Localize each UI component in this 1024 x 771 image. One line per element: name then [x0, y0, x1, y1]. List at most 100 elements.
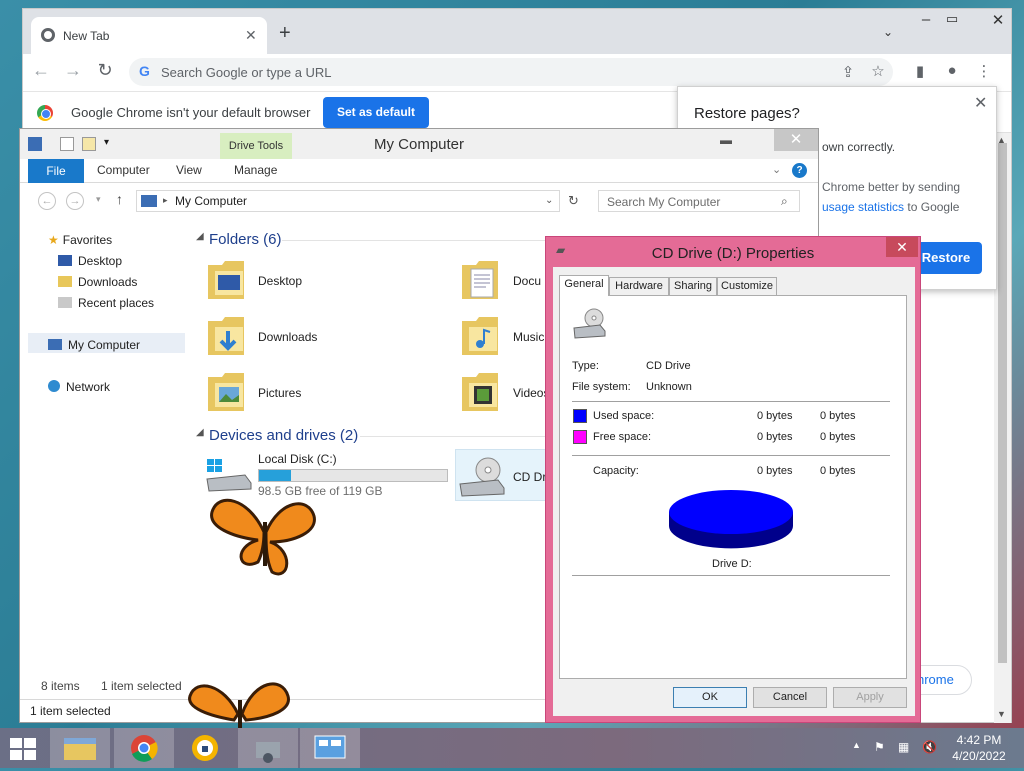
- scrollbar-thumb[interactable]: [998, 143, 1007, 663]
- forward-icon[interactable]: →: [66, 192, 84, 210]
- free-space-size: 0 bytes: [820, 431, 856, 443]
- divider: [572, 401, 890, 402]
- collapse-group-icon[interactable]: ◢: [196, 231, 204, 242]
- infobar-message: Google Chrome isn't your default browser: [71, 105, 311, 120]
- status-item-count: 8 items: [41, 679, 80, 693]
- taskbar-drive-app[interactable]: [238, 728, 298, 768]
- ok-button[interactable]: OK: [673, 687, 747, 708]
- folder-label-documents[interactable]: Docu: [513, 274, 541, 288]
- sidebar-item-my-computer[interactable]: My Computer: [48, 338, 140, 352]
- bookmark-star-icon[interactable]: ☆: [867, 62, 889, 80]
- collapse-group-icon[interactable]: ◢: [196, 427, 204, 438]
- tab-general[interactable]: General: [559, 275, 609, 296]
- new-tab-button[interactable]: +: [279, 23, 291, 43]
- address-dropdown-icon[interactable]: ⌄: [545, 195, 553, 206]
- properties-close-button[interactable]: ✕: [886, 237, 918, 257]
- folders-group-header[interactable]: Folders (6): [209, 231, 282, 248]
- restore-body-line1: Chrome better by sending: [822, 180, 961, 194]
- omnibox[interactable]: G Search Google or type a URL ⇪ ☆: [129, 58, 893, 86]
- set-as-default-button[interactable]: Set as default: [323, 97, 429, 128]
- divider: [572, 455, 890, 456]
- folder-label-music[interactable]: Music: [513, 330, 544, 344]
- sidebar-item-desktop[interactable]: Desktop: [58, 254, 122, 268]
- explorer-close-button[interactable]: ✕: [774, 129, 818, 151]
- apply-button[interactable]: Apply: [833, 687, 907, 708]
- local-disk-usage-fill: [259, 470, 291, 481]
- restore-text: own correctly.: [822, 140, 896, 154]
- help-icon[interactable]: ?: [792, 163, 807, 178]
- windows-logo-icon: [24, 738, 36, 748]
- taskbar-clock[interactable]: 4:42 PM 4/20/2022: [944, 732, 1014, 764]
- back-icon[interactable]: ←: [38, 192, 56, 210]
- tab-computer[interactable]: Computer: [97, 163, 150, 177]
- folder-label-desktop[interactable]: Desktop: [258, 274, 302, 288]
- documents-folder-icon[interactable]: [460, 257, 502, 301]
- back-icon[interactable]: ←: [29, 60, 53, 81]
- tab-file[interactable]: File: [28, 159, 84, 183]
- devices-group-header[interactable]: Devices and drives (2): [209, 427, 358, 444]
- taskbar-security-app[interactable]: [178, 728, 238, 768]
- local-disk-icon[interactable]: [205, 455, 253, 495]
- minimize-icon[interactable]: ▬: [720, 133, 732, 147]
- file-system-label: File system:: [572, 381, 631, 393]
- taskbar-file-explorer[interactable]: [50, 728, 110, 768]
- folder-label-pictures[interactable]: Pictures: [258, 386, 301, 400]
- tab-search-chevron-icon[interactable]: ⌄: [873, 25, 903, 39]
- share-icon[interactable]: ⇪: [837, 63, 859, 81]
- videos-folder-icon[interactable]: [460, 369, 502, 413]
- desktop-folder-icon[interactable]: [206, 257, 248, 301]
- computer-icon: [141, 195, 157, 207]
- close-window-icon[interactable]: ✕: [983, 11, 1013, 29]
- sidebar-item-recent-places[interactable]: Recent places: [58, 296, 154, 310]
- downloads-folder-icon: [58, 276, 72, 287]
- recent-locations-icon[interactable]: ▾: [96, 194, 101, 205]
- maximize-icon[interactable]: ▭: [937, 11, 967, 27]
- search-icon[interactable]: ⌕: [781, 194, 788, 209]
- taskbar-chrome[interactable]: [114, 728, 174, 768]
- tray-overflow-icon[interactable]: ▲: [852, 740, 861, 750]
- folder-label-downloads[interactable]: Downloads: [258, 330, 317, 344]
- taskbar-control-panel[interactable]: [300, 728, 360, 768]
- cd-drive-label: CD Dri: [513, 470, 549, 484]
- restore-close-icon[interactable]: ✕: [974, 93, 987, 113]
- tab-manage[interactable]: Manage: [234, 163, 277, 177]
- tab-sharing[interactable]: Sharing: [669, 277, 717, 295]
- pictures-folder-icon[interactable]: [206, 369, 248, 413]
- cancel-button[interactable]: Cancel: [753, 687, 827, 708]
- chrome-tabstrip: New Tab ✕ + ⌄ – ▭ ✕: [23, 9, 1011, 54]
- search-input[interactable]: Search My Computer ⌕: [598, 190, 800, 212]
- usage-statistics-link[interactable]: usage statistics: [822, 200, 904, 214]
- tab-view[interactable]: View: [176, 163, 202, 177]
- network-tray-icon[interactable]: ▦: [898, 740, 909, 754]
- taskbar: ▲ ⚑ ▦ 🔇 4:42 PM 4/20/2022: [0, 728, 1024, 768]
- sidebar-item-downloads[interactable]: Downloads: [58, 275, 137, 289]
- capacity-label: Capacity:: [593, 465, 639, 477]
- action-center-flag-icon[interactable]: ⚑: [874, 740, 885, 754]
- refresh-icon[interactable]: ↻: [568, 193, 579, 209]
- menu-kebab-icon[interactable]: ⋮: [973, 62, 995, 80]
- tab-close-icon[interactable]: ✕: [245, 27, 257, 44]
- profile-avatar-icon[interactable]: ●: [941, 62, 963, 79]
- tab-customize[interactable]: Customize: [717, 277, 777, 295]
- up-arrow-icon[interactable]: ↑: [116, 191, 123, 207]
- sidebar-item-favorites[interactable]: ★ Favorites: [48, 233, 112, 247]
- folder-label-videos[interactable]: Videos: [513, 386, 549, 400]
- search-placeholder: Search My Computer: [607, 195, 721, 209]
- address-bar[interactable]: ▸ My Computer ⌄: [136, 190, 560, 212]
- local-disk-label[interactable]: Local Disk (C:): [258, 452, 337, 466]
- navigation-pane: ★ Favorites Desktop Downloads Recent plac…: [28, 227, 188, 667]
- downloads-folder-icon[interactable]: [206, 313, 248, 357]
- scroll-down-icon[interactable]: ▼: [997, 709, 1006, 719]
- tab-new-tab[interactable]: New Tab ✕: [31, 17, 267, 54]
- start-button[interactable]: [10, 738, 38, 760]
- volume-muted-icon[interactable]: 🔇: [922, 740, 937, 754]
- side-panel-icon[interactable]: ▮: [909, 62, 931, 80]
- sidebar-item-network[interactable]: Network: [48, 380, 110, 394]
- free-space-swatch: [573, 430, 587, 444]
- forward-icon[interactable]: →: [61, 60, 85, 81]
- tab-hardware[interactable]: Hardware: [609, 277, 669, 295]
- reload-icon[interactable]: ↻: [93, 60, 117, 81]
- type-label: Type:: [572, 360, 599, 372]
- music-folder-icon[interactable]: [460, 313, 502, 357]
- expand-ribbon-icon[interactable]: ⌄: [772, 163, 781, 176]
